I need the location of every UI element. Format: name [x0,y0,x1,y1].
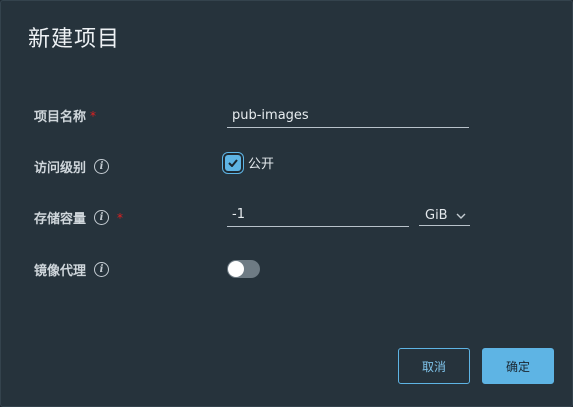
proxy-cache-toggle[interactable] [227,260,260,278]
confirm-button[interactable]: 确定 [482,348,554,384]
storage-quota-input[interactable] [227,206,409,227]
public-checkbox-label[interactable]: 公开 [248,153,274,172]
cancel-button[interactable]: 取消 [398,348,470,384]
project-name-label: 项目名称 [34,110,87,125]
storage-quota-label: 存储容量 [34,212,87,227]
project-name-input[interactable] [227,107,469,128]
dialog-title: 新建项目 [28,27,121,52]
storage-unit-select[interactable]: GiB [419,206,470,226]
project-name-label-row: 项目名称 * [34,106,97,126]
proxy-cache-label-row: 镜像代理 i [34,260,110,279]
required-mark: * [117,210,124,225]
proxy-cache-label: 镜像代理 [34,264,87,279]
info-icon[interactable]: i [94,159,110,174]
public-checkbox-wrap[interactable]: 公开 [225,153,274,172]
checkmark-icon [228,158,238,167]
storage-quota-label-row: 存储容量 i * [34,208,123,227]
required-mark: * [90,108,97,123]
access-level-label: 访问级别 [34,161,87,176]
info-icon[interactable]: i [94,210,110,225]
access-level-label-row: 访问级别 i [34,157,110,176]
public-checkbox[interactable] [225,154,241,171]
chevron-down-icon [456,213,466,219]
toggle-knob [228,261,244,277]
new-project-dialog: 新建项目 项目名称 * 访问级别 i 公开 存储容量 i * GiB 镜像代理 [0,0,573,407]
storage-unit-value: GiB [425,208,448,223]
info-icon[interactable]: i [94,262,110,277]
